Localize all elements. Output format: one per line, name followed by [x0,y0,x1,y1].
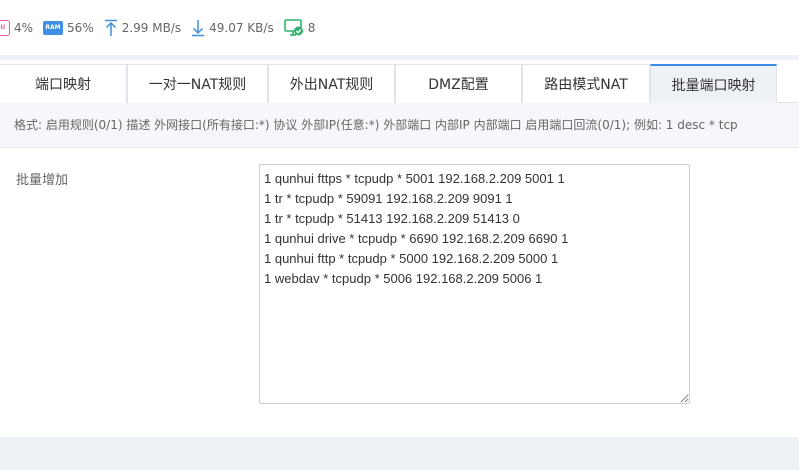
ram-value: 56% [67,20,94,35]
tab-label: DMZ配置 [428,77,489,93]
download-stat: 49.07 KB/s [191,19,274,37]
devices-stat: 8 [283,18,316,37]
cpu-value: 4% [14,20,34,35]
tab-batch-port-mapping[interactable]: 批量端口映射 [650,64,777,104]
tab-bar: 端口映射 一对一NAT规则 外出NAT规则 DMZ配置 路由模式NAT 批量端口… [0,60,799,104]
ram-stat: RAM 56% [43,20,94,35]
tab-label: 路由模式NAT [544,77,628,93]
download-value: 49.07 KB/s [209,20,274,35]
nat-panel: 端口映射 一对一NAT规则 外出NAT规则 DMZ配置 路由模式NAT 批量端口… [0,60,799,437]
cpu-icon [0,19,10,36]
footer-strip [0,437,799,470]
tab-dmz[interactable]: DMZ配置 [395,64,522,103]
devices-value: 8 [307,20,316,35]
batch-add-row: 批量增加 1 qunhui fttps * tcpudp * 5001 192.… [0,148,799,437]
tab-port-mapping[interactable]: 端口映射 [0,64,127,103]
upload-value: 2.99 MB/s [121,20,182,35]
resize-grip-icon[interactable] [679,393,689,403]
tab-one-to-one-nat[interactable]: 一对一NAT规则 [127,64,268,103]
monitor-check-icon [283,18,303,36]
tab-label: 端口映射 [35,77,91,93]
upload-stat: 2.99 MB/s [104,19,181,37]
format-hint: 格式: 启用规则(0/1) 描述 外网接口(所有接口:*) 协议 外部IP(任意… [0,103,799,148]
tab-routing-nat[interactable]: 路由模式NAT [522,64,650,103]
tab-outbound-nat[interactable]: 外出NAT规则 [268,64,395,103]
status-bar: 4% RAM 56% 2.99 MB/s 49.07 KB/s 8 [0,0,799,55]
tab-label: 一对一NAT规则 [148,77,247,93]
upload-arrow-icon [104,19,117,36]
cpu-stat: 4% [0,19,34,36]
tab-label: 外出NAT规则 [289,77,374,93]
batch-add-label: 批量增加 [16,173,69,188]
ram-icon: RAM [43,20,64,35]
download-arrow-icon [192,19,205,36]
batch-rules-textarea[interactable]: 1 qunhui fttps * tcpudp * 5001 192.168.2… [259,164,690,404]
tab-label: 批量端口映射 [671,78,756,94]
